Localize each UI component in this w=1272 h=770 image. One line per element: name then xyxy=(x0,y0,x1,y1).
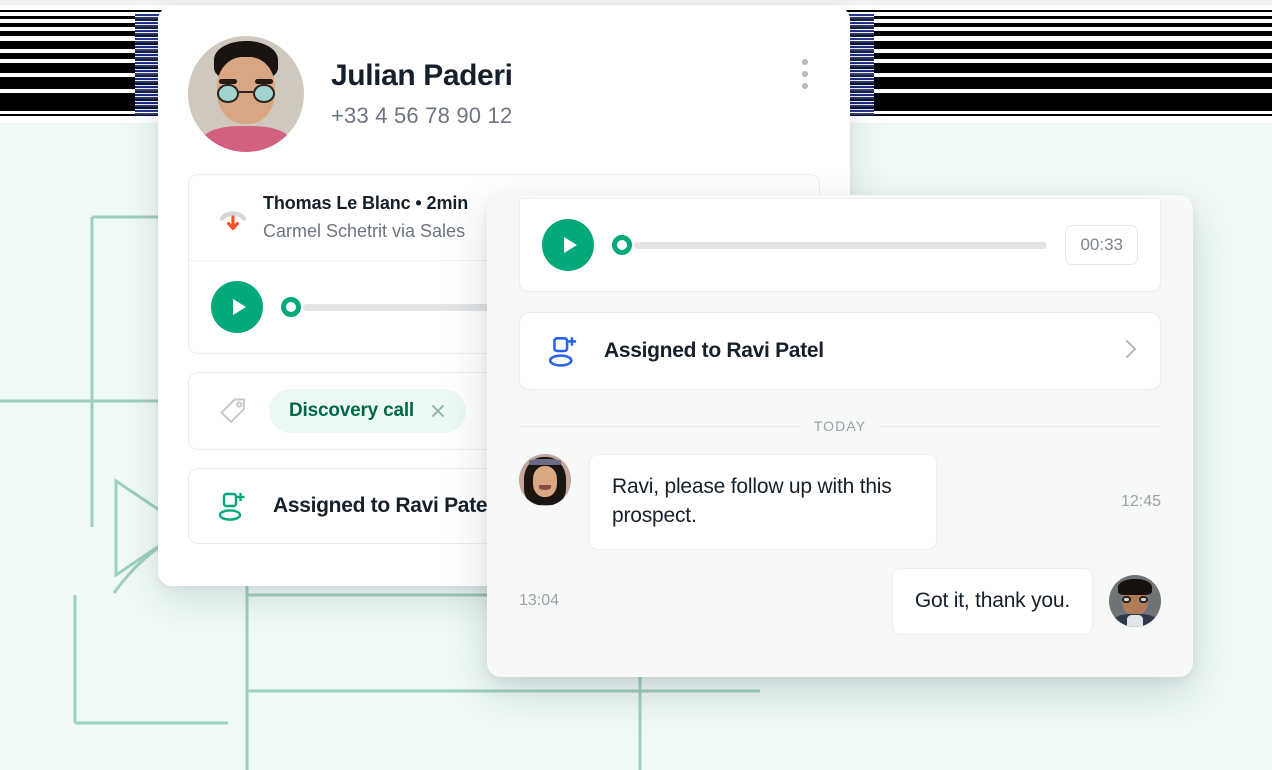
play-button[interactable] xyxy=(211,281,263,333)
play-button[interactable] xyxy=(542,219,594,271)
call-title: Thomas Le Blanc • 2min xyxy=(263,193,469,213)
screenshot-stage: Julian Paderi +33 4 56 78 90 12 Thomas L… xyxy=(0,0,1272,770)
assignment-row[interactable]: Assigned to Ravi Patel xyxy=(520,313,1160,389)
message-bubble: Got it, thank you. xyxy=(891,567,1093,635)
add-user-icon xyxy=(211,489,257,523)
audio-player-right: 00:33 xyxy=(520,199,1160,291)
day-divider-label: TODAY xyxy=(813,418,867,434)
chat-thread: TODAY Ravi, please follow up with this p… xyxy=(487,418,1193,635)
chat-message-incoming: Ravi, please follow up with this prospec… xyxy=(519,454,1161,550)
progress-track[interactable] xyxy=(634,241,1048,249)
message-timestamp: 13:04 xyxy=(519,592,560,610)
assignment-panel-right: Assigned to Ravi Patel xyxy=(519,312,1161,390)
contact-phone: +33 4 56 78 90 12 xyxy=(331,103,513,129)
chevron-right-icon[interactable] xyxy=(1124,337,1138,366)
audio-panel: 00:33 xyxy=(519,198,1161,292)
tag-icon xyxy=(211,395,255,427)
call-text: Thomas Le Blanc • 2min Carmel Schetrit v… xyxy=(263,193,468,242)
day-divider: TODAY xyxy=(519,418,1161,434)
tag-chip-discovery-call[interactable]: Discovery call xyxy=(269,389,467,433)
close-icon[interactable] xyxy=(430,403,446,419)
message-timestamp: 12:45 xyxy=(1120,492,1161,510)
call-subtitle: Carmel Schetrit via Sales xyxy=(263,221,466,241)
message-bubble: Ravi, please follow up with this prospec… xyxy=(589,454,937,550)
kebab-menu-icon[interactable] xyxy=(802,59,808,89)
contact-header: Julian Paderi +33 4 56 78 90 12 xyxy=(158,6,850,174)
missed-incoming-call-icon xyxy=(211,203,255,233)
add-user-icon xyxy=(542,333,588,369)
avatar xyxy=(1109,575,1161,628)
avatar xyxy=(519,454,571,506)
duration-label: 00:33 xyxy=(1065,225,1138,265)
page-title: Julian Paderi xyxy=(331,58,513,92)
contact-identity: Julian Paderi +33 4 56 78 90 12 xyxy=(331,59,513,130)
avatar xyxy=(188,36,304,152)
conversation-card: 00:33 Assigned to Ravi Patel TODAY Ravi,… xyxy=(487,195,1193,677)
assignment-label: Assigned to Ravi Patel xyxy=(604,339,824,362)
scrub-handle[interactable] xyxy=(281,297,301,317)
chat-message-outgoing: 13:04 Got it, thank you. xyxy=(519,567,1161,635)
tag-chip-label: Discovery call xyxy=(289,400,415,421)
scrub-handle[interactable] xyxy=(612,235,632,255)
